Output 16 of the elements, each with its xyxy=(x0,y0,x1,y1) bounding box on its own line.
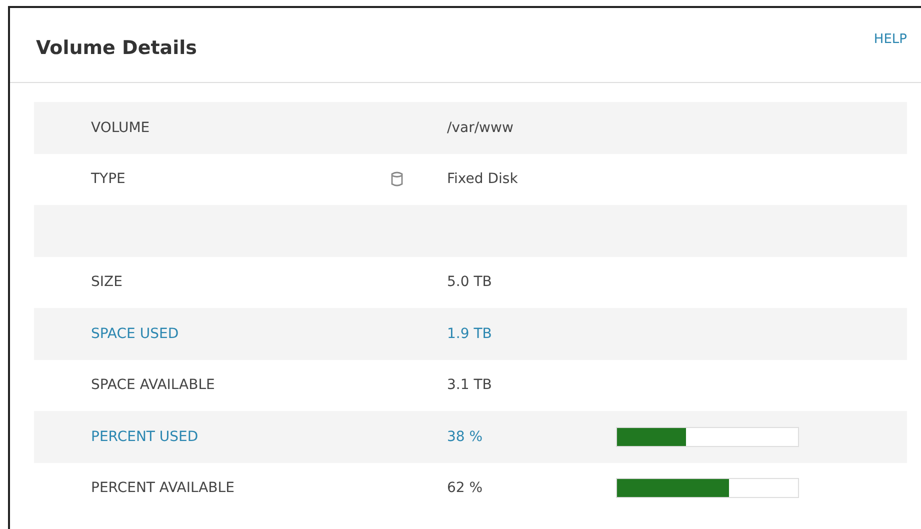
field-value: 5.0 TB xyxy=(447,274,493,290)
field-value: Fixed Disk xyxy=(447,171,519,188)
field-label: PERCENT AVAILABLE xyxy=(91,480,236,496)
field-label: SPACE AVAILABLE xyxy=(91,377,216,394)
field-value: 3.1 TB xyxy=(447,377,493,394)
help-link[interactable]: HELP xyxy=(874,32,907,82)
field-value: 1.9 TB xyxy=(447,326,493,342)
field-label: TYPE xyxy=(91,171,126,188)
field-label: PERCENT USED xyxy=(91,428,200,445)
field-value: 38 % xyxy=(447,428,484,445)
field-value: /var/www xyxy=(447,120,514,136)
panel-title: Volume Details xyxy=(36,36,197,59)
field-label: SPACE USED xyxy=(91,326,180,342)
field-value: 62 % xyxy=(447,480,484,496)
field-label: VOLUME xyxy=(91,120,151,136)
field-label: SIZE xyxy=(91,274,124,290)
